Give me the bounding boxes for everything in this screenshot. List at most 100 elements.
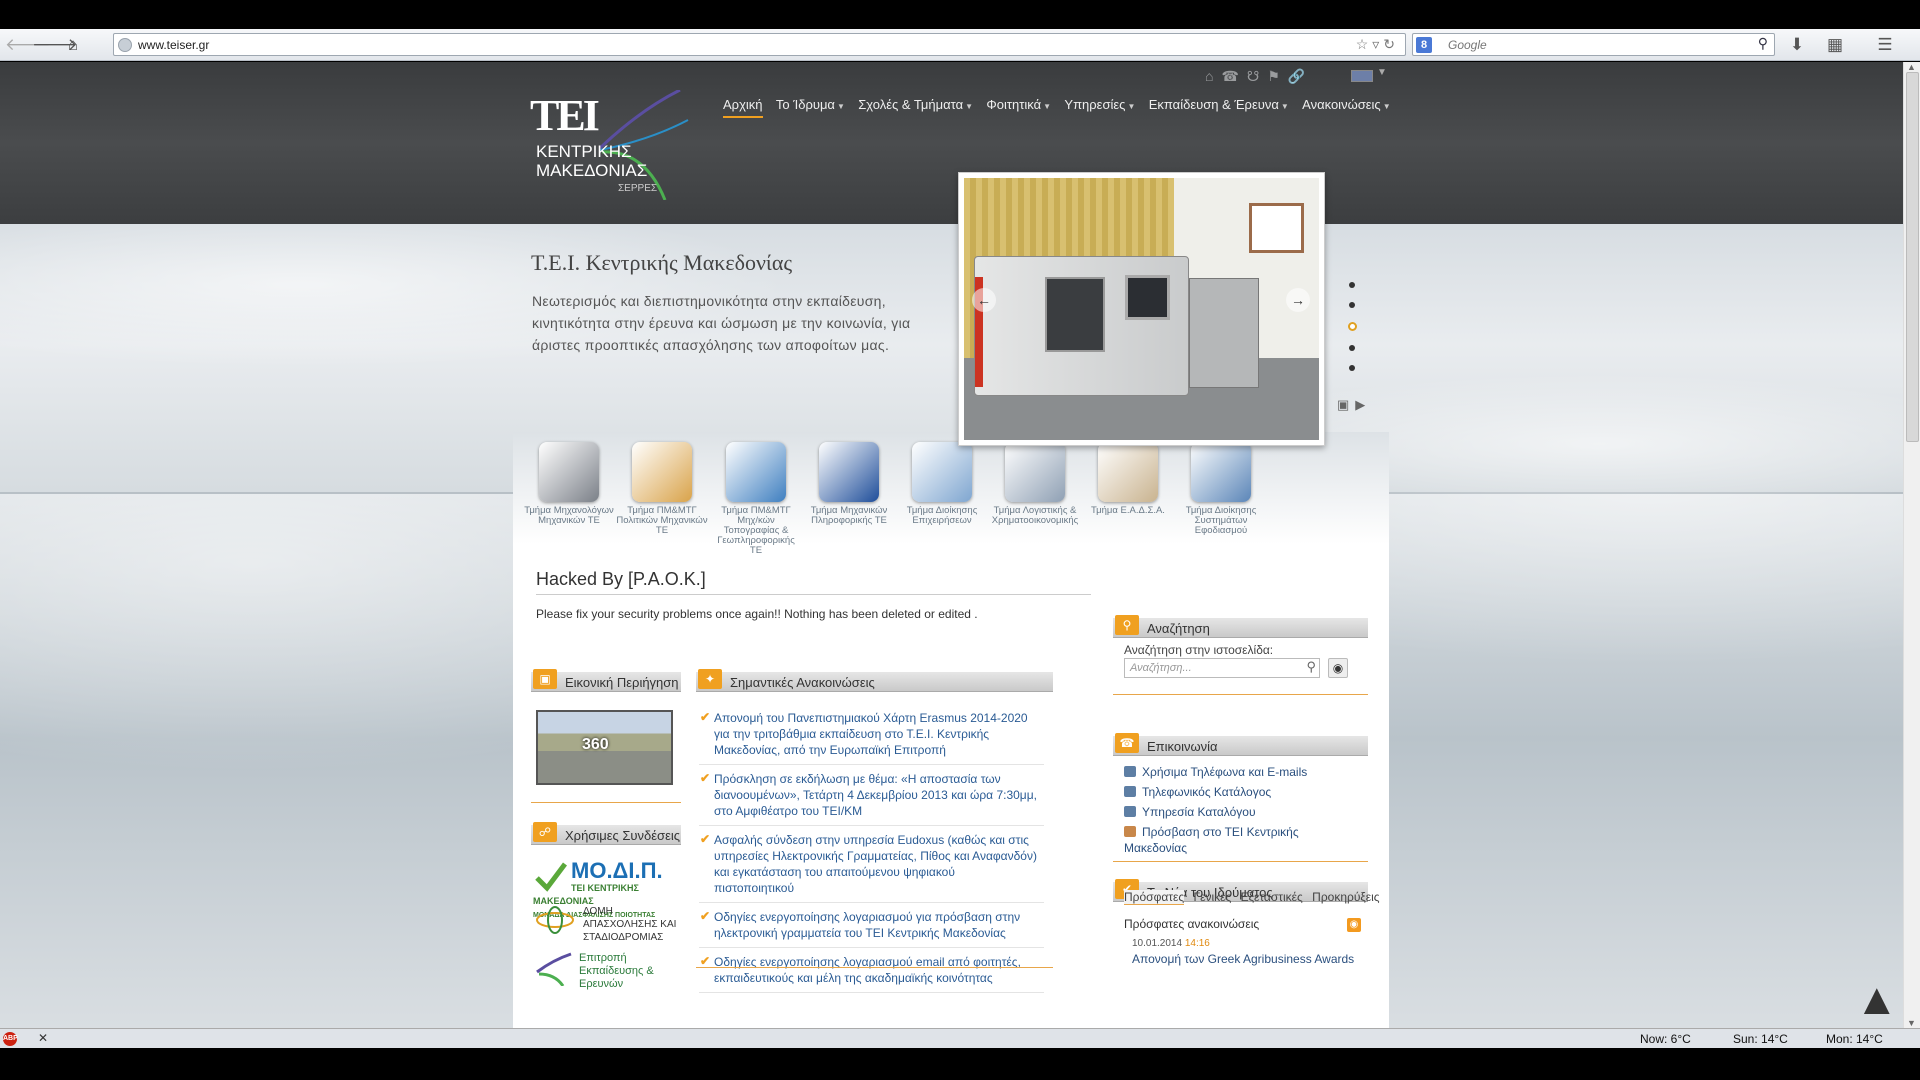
search-icon[interactable]: ⚲	[1306, 659, 1316, 675]
department-label[interactable]: Τμήμα ΠΜ&ΜΤΓ Μηχ/κών Τοπογραφίας & Γεωπλ…	[710, 506, 802, 556]
panorama-thumbnail[interactable]: 360	[536, 710, 673, 785]
slider-dot[interactable]	[1349, 282, 1355, 288]
slider-dot[interactable]	[1349, 365, 1355, 371]
site-identity-icon[interactable]	[118, 38, 132, 52]
list-item[interactable]: ✔ Οδηγίες ενεργοποίησης λογαριασμού για π…	[699, 903, 1044, 948]
department-label[interactable]: Τμήμα Διοίκησης Επιχειρήσεων	[896, 506, 988, 526]
laptop-icon[interactable]	[819, 442, 879, 502]
scrollbar-thumb[interactable]	[1906, 72, 1919, 442]
site-logo[interactable]: TEI ΚΕΝΤΡΙΚΗΣ ΜΑΚΕΔΟΝΙΑΣ ΣΕΡΡΕΣ	[530, 90, 690, 210]
browser-search-box[interactable]: 8 Google ⚲	[1412, 33, 1775, 56]
close-icon[interactable]: ✕	[38, 1031, 48, 1045]
announcement-link[interactable]: Πρόσκληση σε εκδήλωση με θέμα: «Η αποστα…	[714, 772, 1037, 818]
scroll-up-icon[interactable]: ▲	[1907, 62, 1916, 72]
slide-image[interactable]: ← →	[964, 178, 1319, 440]
department-label[interactable]: Τμήμα Μηχανολόγων Μηχανικών ΤΕ	[523, 506, 615, 526]
career-office-logo[interactable]: ΔΟΜΗ ΑΠΑΣΧΟΛΗΣΗΣ ΚΑΙ ΣΤΑΔΙΟΔΡΟΜΙΑΣ	[533, 905, 683, 944]
back-button[interactable]: 🡐	[5, 34, 51, 56]
contact-link-access[interactable]: Πρόσβαση στο ΤΕΙ Κεντρικής Μακεδονίας	[1124, 824, 1319, 856]
people-icon[interactable]	[912, 442, 972, 502]
list-item[interactable]: ✔ Ασφαλής σύνδεση στην υπηρεσία Eudoxus (…	[699, 826, 1044, 903]
nav-item-institution[interactable]: Το Ίδρυμα ▼	[776, 97, 845, 116]
department-label[interactable]: Τμήμα Ε.Α.Δ.Σ.Α.	[1082, 506, 1174, 516]
weather-mon[interactable]: Mon: 14°C	[1826, 1032, 1883, 1046]
list-item[interactable]: ✔ Οδηγίες ενεργοποίησης λογαριασμού email…	[699, 948, 1044, 993]
search-icon[interactable]: ⚲	[1758, 35, 1768, 52]
department-civil[interactable]: Τμήμα ΠΜ&ΜΤΓ Πολιτικών Μηχανικών ΤΕ	[616, 442, 708, 536]
announcement-link[interactable]: Ασφαλής σύνδεση στην υπηρεσία Eudoxus (κ…	[714, 833, 1037, 895]
url-text[interactable]: www.teiser.gr	[138, 38, 209, 52]
slider-prev-button[interactable]: ←	[972, 288, 996, 312]
department-eadsa[interactable]: Τμήμα Ε.Α.Δ.Σ.Α.	[1082, 442, 1174, 516]
address-bar[interactable]: www.teiser.gr ☆▿↻	[113, 33, 1406, 56]
adblock-icon[interactable]: ABP	[3, 1032, 18, 1046]
department-supply-chain[interactable]: Τμήμα Διοίκησης Συστημάτων Εφοδιασμού	[1175, 442, 1267, 536]
list-item[interactable]: ✔ Πρόσκληση σε εκδήλωση με θέμα: «Η αποστ…	[699, 765, 1044, 826]
slider-dot[interactable]	[1348, 322, 1357, 331]
forward-button[interactable]: 🡒	[32, 34, 78, 56]
vertical-scrollbar[interactable]: ▲ ▼	[1903, 62, 1920, 1028]
contact-link-label[interactable]: Υπηρεσία Καταλόγου	[1142, 805, 1256, 819]
quick-links-icons[interactable]: ⌂☎☋⚑🔗	[1205, 68, 1313, 85]
department-business[interactable]: Τμήμα Διοίκησης Επιχειρήσεων	[896, 442, 988, 526]
downloads-icon[interactable]: ⬇	[1786, 34, 1808, 56]
scroll-down-icon[interactable]: ▼	[1907, 1018, 1916, 1028]
contact-link-phones[interactable]: Χρήσιμα Τηλέφωνα και E-mails	[1124, 764, 1307, 780]
contact-link-directory[interactable]: Τηλεφωνικός Κατάλογος	[1124, 784, 1271, 800]
truck-icon[interactable]	[1191, 442, 1251, 502]
contact-link-catalog[interactable]: Υπηρεσία Καταλόγου	[1124, 804, 1256, 820]
department-label[interactable]: Τμήμα Διοίκησης Συστημάτων Εφοδιασμού	[1175, 506, 1267, 536]
slider-dot[interactable]	[1349, 345, 1355, 351]
weather-now[interactable]: Now: 6°C	[1640, 1032, 1691, 1046]
calculator-icon[interactable]	[1005, 442, 1065, 502]
department-label[interactable]: Τμήμα Λογιστικής & Χρηματοοικονομικής	[989, 506, 1081, 526]
department-topography[interactable]: Τμήμα ΠΜ&ΜΤΓ Μηχ/κών Τοπογραφίας & Γεωπλ…	[710, 442, 802, 556]
nav-item-education-research[interactable]: Εκπαίδευση & Έρευνα ▼	[1149, 97, 1289, 116]
contact-link-label[interactable]: Χρήσιμα Τηλέφωνα και E-mails	[1142, 765, 1307, 779]
gear-icon[interactable]	[539, 442, 599, 502]
media-type-icons[interactable]: ▣▶	[1337, 397, 1371, 413]
rss-icon[interactable]: ◉	[1347, 918, 1361, 932]
nav-item-students[interactable]: Φοιτητικά ▼	[986, 97, 1051, 116]
department-label[interactable]: Τμήμα Μηχανικών Πληροφορικής ΤΕ	[803, 506, 895, 526]
home-icon[interactable]: ⌂	[62, 34, 84, 56]
department-accounting[interactable]: Τμήμα Λογιστικής & Χρηματοοικονομικής	[989, 442, 1081, 526]
nav-item-schools[interactable]: Σχολές & Τμήματα ▼	[858, 97, 973, 116]
research-committee-logo[interactable]: Επιτροπή Εκπαίδευσης & Ερευνών	[533, 952, 683, 991]
slider-dot[interactable]	[1349, 302, 1355, 308]
announcement-link[interactable]: Απονομή του Πανεπιστημιακού Χάρτη Erasmu…	[714, 711, 1028, 757]
chevron-down-icon[interactable]: ▼	[1377, 67, 1387, 78]
slider-next-button[interactable]: →	[1286, 288, 1310, 312]
panorama-label: 360	[582, 736, 609, 753]
search-scope-globe-icon[interactable]: ◉	[1328, 658, 1348, 678]
menu-icon[interactable]: ☰	[1874, 34, 1896, 56]
hardhat-icon[interactable]	[632, 442, 692, 502]
nav-item-announcements[interactable]: Ανακοινώσεις ▼	[1302, 97, 1390, 116]
list-item[interactable]: ✔ Απονομή του Πανεπιστημιακού Χάρτη Erasm…	[699, 704, 1044, 765]
tab-calls[interactable]: Προκηρύξεις	[1312, 890, 1379, 904]
search-engine-icon[interactable]: 8	[1416, 37, 1432, 53]
announcement-link[interactable]: Οδηγίες ενεργοποίησης λογαριασμού email …	[714, 955, 1021, 985]
department-mechanical[interactable]: Τμήμα Μηχανολόγων Μηχανικών ΤΕ	[523, 442, 615, 526]
weather-sun[interactable]: Sun: 14°C	[1733, 1032, 1788, 1046]
nav-item-services[interactable]: Υπηρεσίες ▼	[1064, 97, 1135, 116]
search-input[interactable]: Αναζήτηση... ⚲	[1124, 658, 1320, 678]
machine-panel	[1125, 275, 1170, 320]
news-headline[interactable]: Απονομή των Greek Agribusiness Awards	[1132, 952, 1354, 966]
design-icon[interactable]	[1098, 442, 1158, 502]
tab-general[interactable]: Γενικές	[1194, 890, 1232, 904]
tab-exams[interactable]: Εξεταστικές	[1241, 890, 1303, 904]
contact-link-label[interactable]: Τηλεφωνικός Κατάλογος	[1142, 785, 1271, 799]
department-label[interactable]: Τμήμα ΠΜ&ΜΤΓ Πολιτικών Μηχανικών ΤΕ	[616, 506, 708, 536]
contact-link-label[interactable]: Πρόσβαση στο ΤΕΙ Κεντρικής Μακεδονίας	[1124, 825, 1299, 855]
announcement-link[interactable]: Οδηγίες ενεργοποίησης λογαριασμού για πρ…	[714, 910, 1020, 940]
globe-icon[interactable]	[726, 442, 786, 502]
tab-recent[interactable]: Πρόσφατες	[1124, 890, 1185, 905]
bookmark-star-icon[interactable]: ☆▿↻	[1356, 36, 1399, 53]
language-flag-icon[interactable]	[1351, 70, 1373, 82]
nav-item-home[interactable]: Αρχική	[723, 97, 763, 118]
bookmarks-menu-icon[interactable]: ▦	[1824, 34, 1846, 56]
department-informatics[interactable]: Τμήμα Μηχανικών Πληροφορικής ΤΕ	[803, 442, 895, 526]
hero-slider[interactable]: ← →	[958, 172, 1325, 446]
back-to-top-icon[interactable]: ▲	[1855, 978, 1899, 1022]
